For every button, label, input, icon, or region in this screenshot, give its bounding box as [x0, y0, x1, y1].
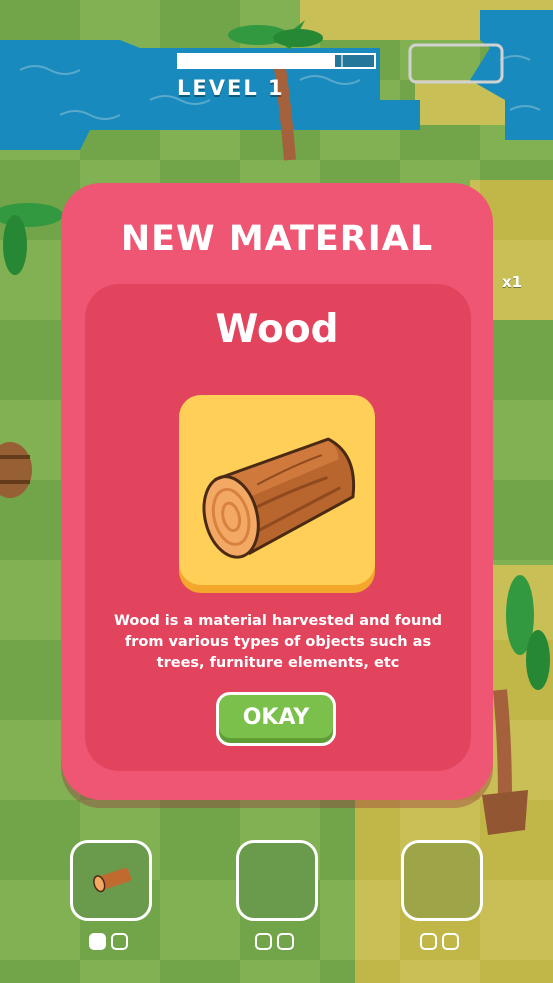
level-progress-bar: [177, 53, 376, 69]
modal-title: NEW MATERIAL: [120, 219, 434, 259]
wood-log-icon: [93, 867, 132, 893]
description-line: trees, furniture elements, etc: [156, 655, 400, 671]
level-label: LEVEL 1: [177, 76, 285, 100]
slot-dot: [442, 933, 459, 950]
slot-dot: [420, 933, 437, 950]
slot-2-dots: [255, 933, 294, 950]
material-slot-1[interactable]: [70, 840, 152, 921]
material-tile: [179, 395, 375, 585]
new-material-modal: NEW MATERIAL Wood Wood is a material har…: [61, 183, 493, 800]
multiplier-label: x1: [502, 273, 523, 291]
slot-dot: [277, 933, 294, 950]
slot-dot: [255, 933, 272, 950]
level-progress-fill: [179, 55, 335, 67]
material-slot-2[interactable]: [236, 840, 318, 921]
slot-1-dots: [89, 933, 128, 950]
slot-3-dots: [420, 933, 459, 950]
description-line: Wood is a material harvested and found: [113, 613, 443, 629]
material-slot-3[interactable]: [401, 840, 483, 921]
wood-log-icon: [202, 437, 356, 559]
slot-dot: [89, 933, 106, 950]
material-name: Wood: [215, 307, 339, 352]
material-description: Wood is a material harvested and found f…: [85, 611, 471, 674]
description-line: from various types of objects such as: [124, 634, 432, 650]
slot-dot: [111, 933, 128, 950]
okay-button[interactable]: OKAY: [216, 692, 336, 746]
